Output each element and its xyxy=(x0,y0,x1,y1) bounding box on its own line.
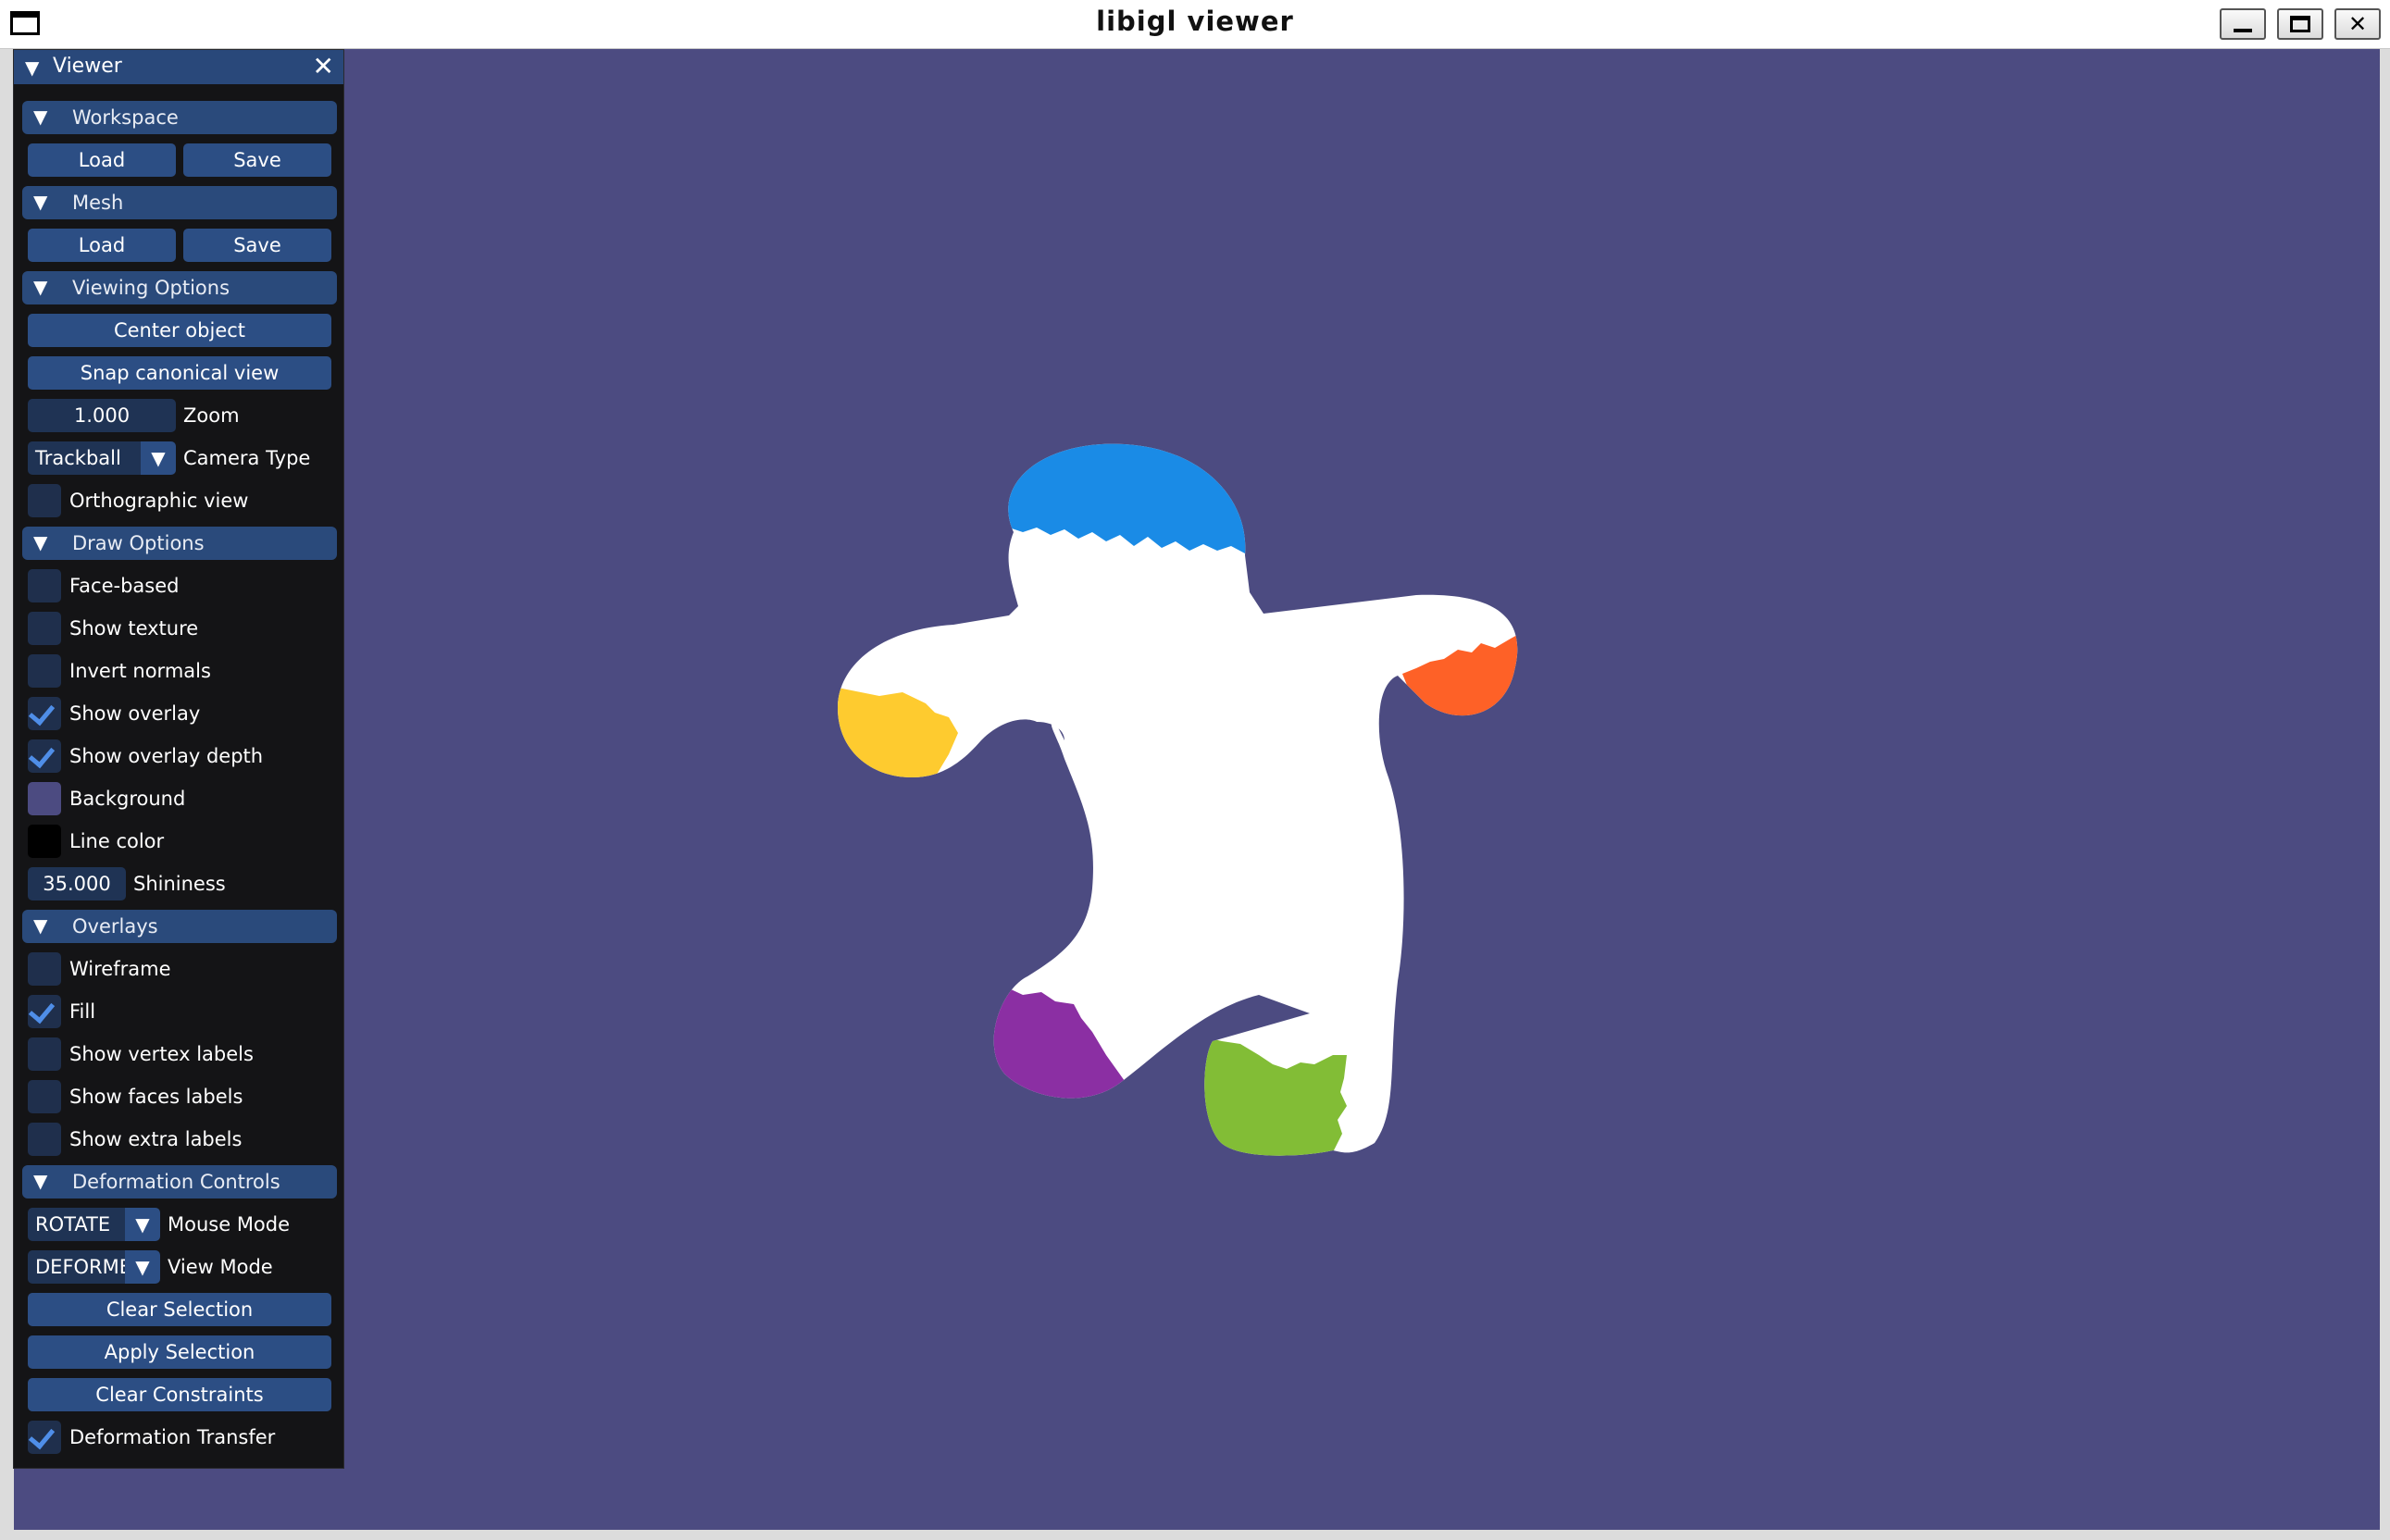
dropdown-arrow-icon: ▼ xyxy=(125,1250,160,1284)
center-object-button[interactable]: Center object xyxy=(28,314,331,347)
invert-normals-checkbox[interactable] xyxy=(28,654,61,688)
section-header-workspace[interactable]: ▼ Workspace xyxy=(22,101,337,134)
clear-constraints-button[interactable]: Clear Constraints xyxy=(28,1378,331,1411)
section-label: Deformation Controls xyxy=(72,1171,280,1193)
close-window-button[interactable]: ✕ xyxy=(2334,8,2381,40)
show-overlay-depth-label: Show overlay depth xyxy=(69,745,264,767)
camera-type-select[interactable]: Trackball ▼ xyxy=(28,441,176,475)
viewer-panel-titlebar[interactable]: ▼ Viewer ✕ xyxy=(14,50,343,84)
section-header-mesh[interactable]: ▼ Mesh xyxy=(22,186,337,219)
section-header-deformation-controls[interactable]: ▼ Deformation Controls xyxy=(22,1165,337,1198)
show-texture-label: Show texture xyxy=(69,617,199,640)
section-label: Mesh xyxy=(72,192,124,214)
shininess-input[interactable]: 35.000 xyxy=(28,867,126,900)
viewer-panel-title: Viewer xyxy=(53,55,122,78)
section-label: Overlays xyxy=(72,915,158,938)
close-icon[interactable]: ✕ xyxy=(313,51,334,81)
section-header-viewing-options[interactable]: ▼ Viewing Options xyxy=(22,271,337,304)
show-overlay-label: Show overlay xyxy=(69,702,201,725)
maximize-icon xyxy=(2290,16,2310,32)
apply-selection-button[interactable]: Apply Selection xyxy=(28,1335,331,1369)
viewer-panel: ▼ Viewer ✕ ▼ Workspace Load Save ▼ Mesh … xyxy=(13,49,344,1469)
checkmark-icon xyxy=(28,996,56,1025)
view-mode-label: View Mode xyxy=(168,1256,273,1278)
checkmark-icon xyxy=(28,698,56,727)
workspace-save-button[interactable]: Save xyxy=(183,143,331,177)
maximize-button[interactable] xyxy=(2277,8,2323,40)
checkmark-icon xyxy=(28,1422,56,1450)
line-color-swatch[interactable] xyxy=(28,825,61,858)
invert-normals-label: Invert normals xyxy=(69,660,211,682)
show-faces-labels-checkbox[interactable] xyxy=(28,1080,61,1113)
clear-selection-button[interactable]: Clear Selection xyxy=(28,1293,331,1326)
section-label: Viewing Options xyxy=(72,277,230,299)
collapse-triangle-icon: ▼ xyxy=(33,914,48,937)
mesh-save-button[interactable]: Save xyxy=(183,229,331,262)
minimize-icon xyxy=(2234,29,2252,32)
face-based-label: Face-based xyxy=(69,575,180,597)
fill-label: Fill xyxy=(69,1000,96,1023)
collapse-triangle-icon: ▼ xyxy=(33,531,48,553)
orthographic-view-label: Orthographic view xyxy=(69,490,249,512)
collapse-triangle-icon: ▼ xyxy=(33,276,48,298)
line-color-label: Line color xyxy=(69,830,165,852)
deformation-transfer-checkbox[interactable] xyxy=(28,1421,61,1454)
section-header-overlays[interactable]: ▼ Overlays xyxy=(22,910,337,943)
mesh-load-button[interactable]: Load xyxy=(28,229,176,262)
mesh-render xyxy=(838,443,1518,1156)
3d-viewport[interactable] xyxy=(14,49,2380,1530)
section-label: Draw Options xyxy=(72,532,205,554)
view-mode-select[interactable]: DEFORMED ▼ xyxy=(28,1250,160,1284)
camera-type-value: Trackball xyxy=(28,441,141,475)
show-texture-checkbox[interactable] xyxy=(28,612,61,645)
checkmark-icon xyxy=(28,740,56,769)
orthographic-view-checkbox[interactable] xyxy=(28,484,61,517)
wireframe-label: Wireframe xyxy=(69,958,171,980)
show-vertex-labels-checkbox[interactable] xyxy=(28,1037,61,1071)
collapse-triangle-icon: ▼ xyxy=(33,1170,48,1192)
snap-canonical-view-button[interactable]: Snap canonical view xyxy=(28,356,331,390)
face-based-checkbox[interactable] xyxy=(28,569,61,602)
background-color-swatch[interactable] xyxy=(28,782,61,815)
fill-checkbox[interactable] xyxy=(28,995,61,1028)
show-overlay-depth-checkbox[interactable] xyxy=(28,739,61,773)
show-faces-labels-label: Show faces labels xyxy=(69,1086,243,1108)
view-mode-value: DEFORMED xyxy=(28,1250,125,1284)
section-label: Workspace xyxy=(72,106,179,129)
zoom-input[interactable]: 1.000 xyxy=(28,399,176,432)
dropdown-arrow-icon: ▼ xyxy=(141,441,176,475)
mouse-mode-value: ROTATE xyxy=(28,1208,125,1241)
collapse-triangle-icon: ▼ xyxy=(33,106,48,128)
show-vertex-labels-label: Show vertex labels xyxy=(69,1043,254,1065)
window-titlebar: libigl viewer ✕ xyxy=(0,0,2390,49)
minimize-button[interactable] xyxy=(2220,8,2266,40)
collapse-triangle-icon[interactable]: ▼ xyxy=(25,56,39,79)
close-icon: ✕ xyxy=(2347,11,2368,37)
mouse-mode-select[interactable]: ROTATE ▼ xyxy=(28,1208,160,1241)
shininess-label: Shininess xyxy=(133,873,226,895)
show-extra-labels-label: Show extra labels xyxy=(69,1128,243,1150)
show-overlay-checkbox[interactable] xyxy=(28,697,61,730)
workspace-load-button[interactable]: Load xyxy=(28,143,176,177)
wireframe-checkbox[interactable] xyxy=(28,952,61,986)
show-extra-labels-checkbox[interactable] xyxy=(28,1123,61,1156)
zoom-label: Zoom xyxy=(183,404,240,427)
dropdown-arrow-icon: ▼ xyxy=(125,1208,160,1241)
camera-type-label: Camera Type xyxy=(183,447,311,469)
deformation-transfer-label: Deformation Transfer xyxy=(69,1426,276,1448)
window-title: libigl viewer xyxy=(1096,6,1294,37)
background-color-label: Background xyxy=(69,788,186,810)
collapse-triangle-icon: ▼ xyxy=(33,191,48,213)
mouse-mode-label: Mouse Mode xyxy=(168,1213,291,1236)
section-header-draw-options[interactable]: ▼ Draw Options xyxy=(22,527,337,560)
